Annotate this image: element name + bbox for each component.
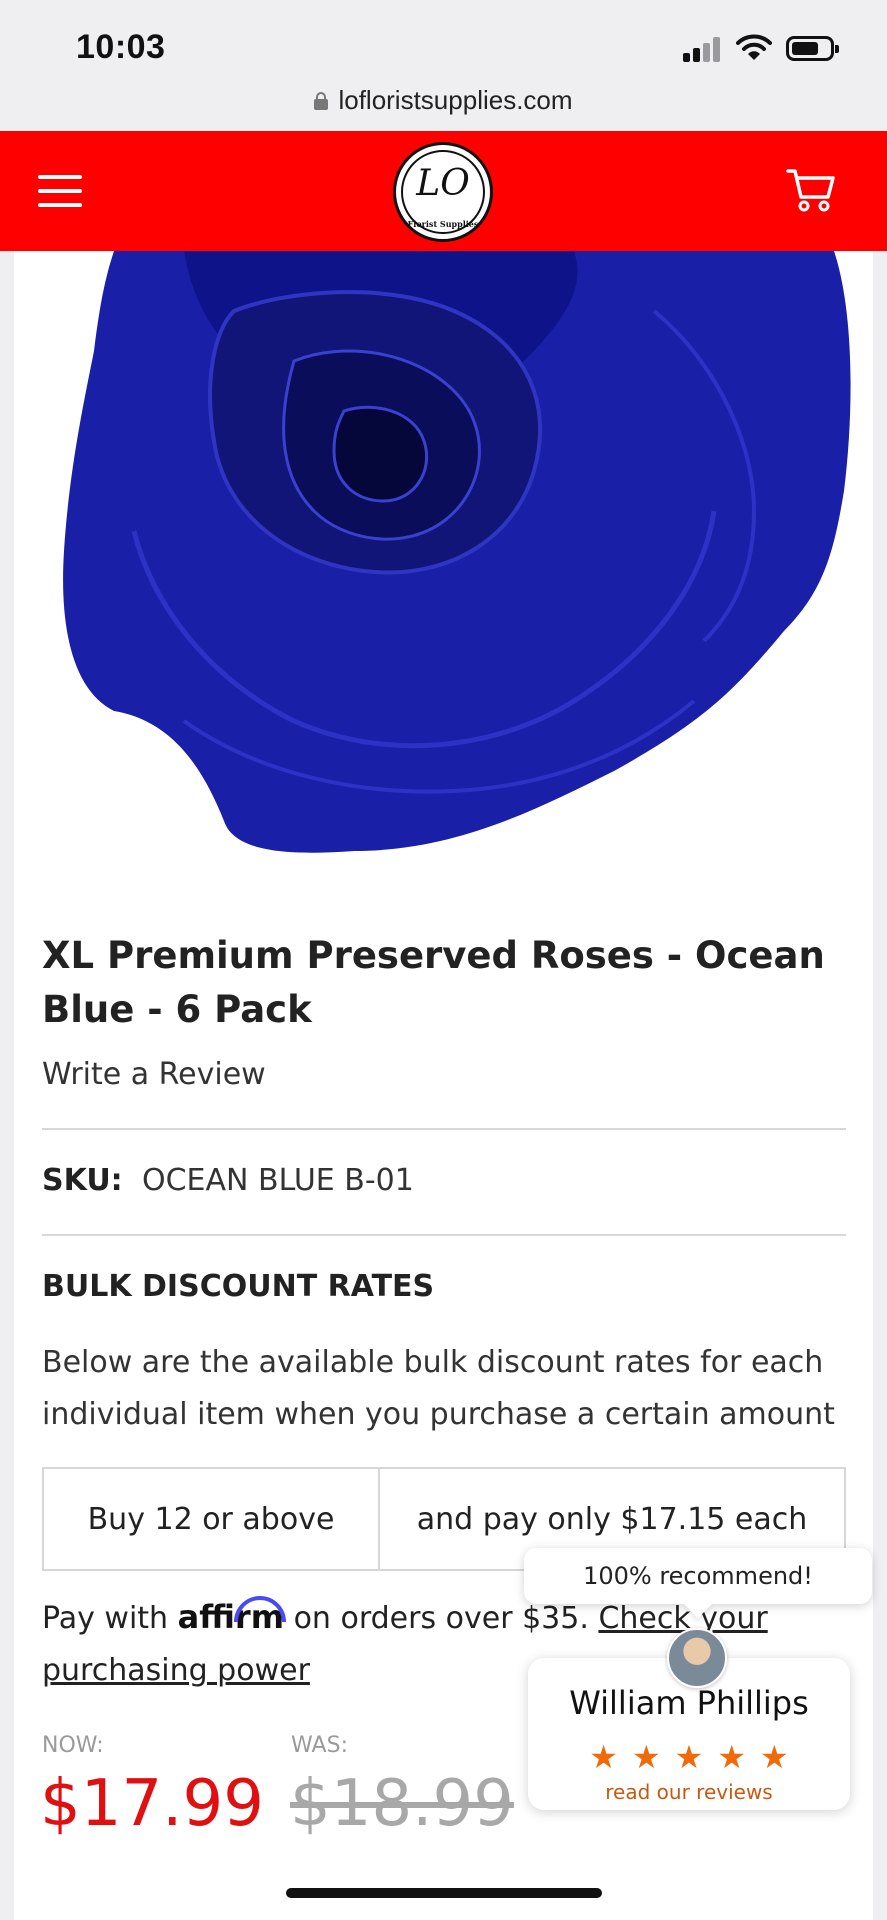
recommend-bubble[interactable]: 100% recommend! [524, 1548, 872, 1604]
site-header: LO Florist Supplies [0, 131, 887, 251]
site-logo[interactable]: LO Florist Supplies [393, 142, 493, 242]
bulk-discount-heading: BULK DISCOUNT RATES [42, 1269, 435, 1304]
sku-value: OCEAN BLUE B-01 [142, 1163, 414, 1198]
reviewer-avatar [667, 1628, 727, 1688]
product-title: XL Premium Preserved Roses - Ocean Blue … [42, 934, 825, 1031]
cart-icon[interactable] [786, 165, 836, 213]
cellular-signal-icon [683, 36, 723, 62]
read-reviews-link[interactable]: read our reviews [528, 1780, 850, 1804]
affirm-middle: on orders over $35. [293, 1601, 589, 1636]
logo-text: LO [416, 163, 470, 204]
original-price: $18.99 [290, 1767, 514, 1841]
address-bar[interactable]: lofloristsupplies.com [0, 80, 887, 130]
url-text: lofloristsupplies.com [338, 85, 573, 115]
write-review-link[interactable]: Write a Review [42, 1057, 266, 1092]
home-indicator[interactable] [286, 1888, 602, 1898]
current-price: $17.99 [40, 1767, 264, 1841]
status-time: 10:03 [76, 28, 166, 66]
product-image-rose[interactable] [54, 251, 854, 863]
sku-label: SKU: [42, 1163, 123, 1198]
battery-icon [786, 36, 839, 61]
was-label: WAS: [291, 1733, 348, 1758]
divider [42, 1234, 846, 1236]
divider [42, 1128, 846, 1130]
status-bar: 10:03 [0, 0, 887, 80]
discount-quantity-cell: Buy 12 or above [44, 1469, 380, 1569]
wifi-icon [736, 34, 772, 60]
logo-subtext: Florist Supplies [407, 219, 479, 229]
lock-icon [314, 92, 329, 110]
bulk-discount-description: Below are the available bulk discount ra… [42, 1345, 835, 1432]
affirm-logo: affirm [178, 1596, 287, 1636]
affirm-prefix: Pay with [42, 1601, 169, 1636]
hamburger-menu-icon[interactable] [38, 171, 82, 211]
now-label: NOW: [42, 1733, 104, 1758]
star-rating-icons: ★★★★★ [589, 1739, 803, 1775]
reviewer-name: William Phillips [569, 1684, 809, 1722]
affirm-arc-icon [234, 1596, 287, 1623]
